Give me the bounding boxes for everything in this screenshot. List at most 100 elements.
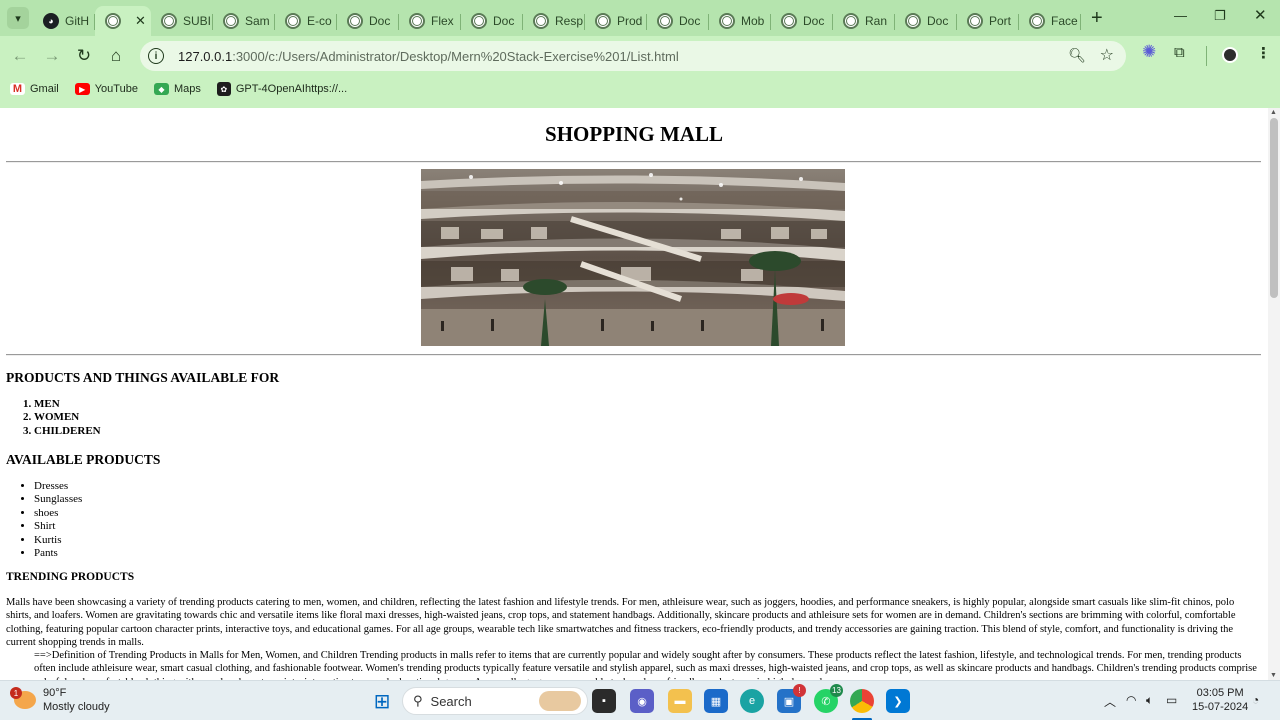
browser-tab[interactable]: Sam	[213, 6, 275, 36]
bookmark-youtube[interactable]: ▶ YouTube	[74, 83, 138, 95]
browser-toolbar: ← → ↻ ⌂ i 127.0.0.1:3000/c:/Users/Admini…	[0, 36, 1280, 76]
scroll-thumb[interactable]	[1270, 118, 1278, 298]
browser-tab[interactable]: Doc	[647, 6, 709, 36]
browser-tab[interactable]: Face	[1019, 6, 1081, 36]
trending-paragraph: Malls have been showcasing a variety of …	[6, 597, 1236, 648]
notifications-icon[interactable]: ◔	[1252, 693, 1259, 707]
address-bar[interactable]: i 127.0.0.1:3000/c:/Users/Administrator/…	[140, 41, 1126, 71]
page-scrollbar[interactable]: ▲ ▼	[1268, 108, 1280, 680]
bookmark-maps[interactable]: ◆ Maps	[153, 83, 201, 95]
tab-search-button[interactable]: ▾	[7, 7, 29, 29]
clock[interactable]: 03:05 PM 15-07-2024	[1192, 686, 1248, 714]
new-tab-button[interactable]: +	[1091, 7, 1103, 30]
browser-tab[interactable]: ✕	[95, 6, 151, 36]
product-item: Kurtis	[34, 534, 82, 547]
browser-tab[interactable]: Doc	[461, 6, 523, 36]
ms-store-icon[interactable]: ▦	[704, 689, 728, 713]
store-app-icon[interactable]: ▣!	[777, 684, 806, 713]
extension-icon[interactable]: ✺	[1142, 42, 1156, 62]
browser-tab[interactable]: Port	[957, 6, 1019, 36]
browser-tab[interactable]: SUBI	[151, 6, 213, 36]
back-button[interactable]: ←	[4, 40, 36, 72]
tab-title: Ran	[865, 14, 888, 28]
edge-icon[interactable]: e	[740, 689, 764, 713]
chrome-icon[interactable]	[850, 689, 874, 713]
globe-icon	[533, 13, 549, 29]
scroll-up-arrow[interactable]: ▲	[1270, 109, 1277, 116]
tab-title: Face	[1051, 14, 1078, 28]
bookmark-label: Gmail	[30, 83, 59, 95]
zoom-icon[interactable]: 🔍︎	[1068, 47, 1086, 64]
file-explorer-icon[interactable]: ▬	[668, 689, 692, 713]
reload-button[interactable]: ↻	[68, 40, 100, 72]
weather-widget[interactable]: 1 90°F Mostly cloudy	[10, 686, 110, 714]
volume-icon[interactable]: 🔈︎	[1146, 693, 1153, 708]
clock-time: 03:05 PM	[1196, 687, 1244, 699]
globe-icon	[105, 13, 121, 29]
tab-title: Port	[989, 14, 1012, 28]
globe-icon	[595, 13, 611, 29]
weather-desc: Mostly cloudy	[43, 701, 110, 713]
extensions-puzzle-icon[interactable]: ⧉	[1174, 44, 1185, 61]
url-text[interactable]: 127.0.0.1:3000/c:/Users/Administrator/De…	[178, 49, 679, 64]
profile-avatar[interactable]	[1222, 47, 1238, 63]
tray-overflow-icon[interactable]: ︿	[1104, 693, 1116, 710]
bookmark-gmail[interactable]: M Gmail	[10, 83, 59, 95]
tab-list: ◕ GitH ✕ SUBI Sam E-co Doc Flex Doc Resp Prod Doc Mo…	[33, 0, 1081, 36]
tab-title: Doc	[927, 14, 949, 28]
tab-title: Sam	[245, 14, 270, 28]
scroll-down-arrow[interactable]: ▼	[1270, 672, 1277, 679]
divider	[6, 354, 1261, 356]
tab-title: Flex	[431, 14, 454, 28]
product-item: Dresses	[34, 480, 82, 493]
browser-tab[interactable]: Doc	[337, 6, 399, 36]
taskbar-search[interactable]: ⚲ Search	[402, 687, 588, 715]
restore-button[interactable]: ❐	[1214, 8, 1226, 24]
github-icon: ◕	[43, 13, 59, 29]
globe-icon	[161, 13, 177, 29]
globe-icon	[347, 13, 363, 29]
close-window-button[interactable]: ✕	[1254, 6, 1267, 24]
site-info-icon[interactable]: i	[148, 48, 164, 64]
close-tab-icon[interactable]: ✕	[135, 13, 146, 29]
audience-list: MENWOMENCHILDEREN	[34, 398, 101, 438]
search-icon: ⚲	[413, 693, 423, 708]
audience-item: MEN	[34, 398, 101, 411]
whatsapp-icon[interactable]: ✆ 13	[814, 684, 843, 713]
minimize-button[interactable]: —	[1174, 8, 1187, 23]
store-badge: !	[793, 684, 806, 697]
home-button[interactable]: ⌂	[100, 40, 132, 72]
bookmarks-bar: M Gmail ▶ YouTube ◆ Maps ✿ GPT-4OpenAIhttps:…	[0, 76, 1280, 102]
product-item: Shirt	[34, 520, 82, 533]
tab-title: Doc	[493, 14, 515, 28]
menu-icon[interactable]: ⋮	[1256, 44, 1271, 62]
tab-title: GitH	[65, 14, 89, 28]
bookmark-gpt[interactable]: ✿ GPT-4OpenAIhttps://...	[216, 82, 347, 96]
browser-tab[interactable]: Flex	[399, 6, 461, 36]
task-view-icon[interactable]: ▪	[592, 689, 616, 713]
browser-tab[interactable]: ◕ GitH	[33, 6, 95, 36]
battery-icon[interactable]: ▭	[1166, 693, 1177, 707]
browser-tab[interactable]: Prod	[585, 6, 647, 36]
product-item: Pants	[34, 547, 82, 560]
vscode-icon[interactable]: ❯	[886, 689, 910, 713]
taskbar: 1 90°F Mostly cloudy ⊞ ⚲ Search ▪ ◉ ▬ ▦ …	[0, 680, 1280, 720]
bookmark-star-icon[interactable]: ☆	[1100, 45, 1114, 65]
browser-tab[interactable]: Doc	[771, 6, 833, 36]
divider	[6, 161, 1261, 163]
wifi-icon[interactable]: ◠	[1126, 693, 1136, 707]
browser-tab[interactable]: E-co	[275, 6, 337, 36]
browser-tab[interactable]: Mob	[709, 6, 771, 36]
openai-icon: ✿	[216, 82, 231, 96]
start-button[interactable]: ⊞	[370, 689, 394, 713]
browser-tab[interactable]: Doc	[895, 6, 957, 36]
browser-tab[interactable]: Ran	[833, 6, 895, 36]
toolbar-divider	[1206, 46, 1207, 66]
globe-icon	[967, 13, 983, 29]
clock-date: 15-07-2024	[1192, 701, 1249, 713]
audience-item: WOMEN	[34, 411, 101, 424]
forward-button[interactable]: →	[36, 40, 68, 72]
globe-icon	[905, 13, 921, 29]
browser-tab[interactable]: Resp	[523, 6, 585, 36]
teams-chat-icon[interactable]: ◉	[630, 689, 654, 713]
